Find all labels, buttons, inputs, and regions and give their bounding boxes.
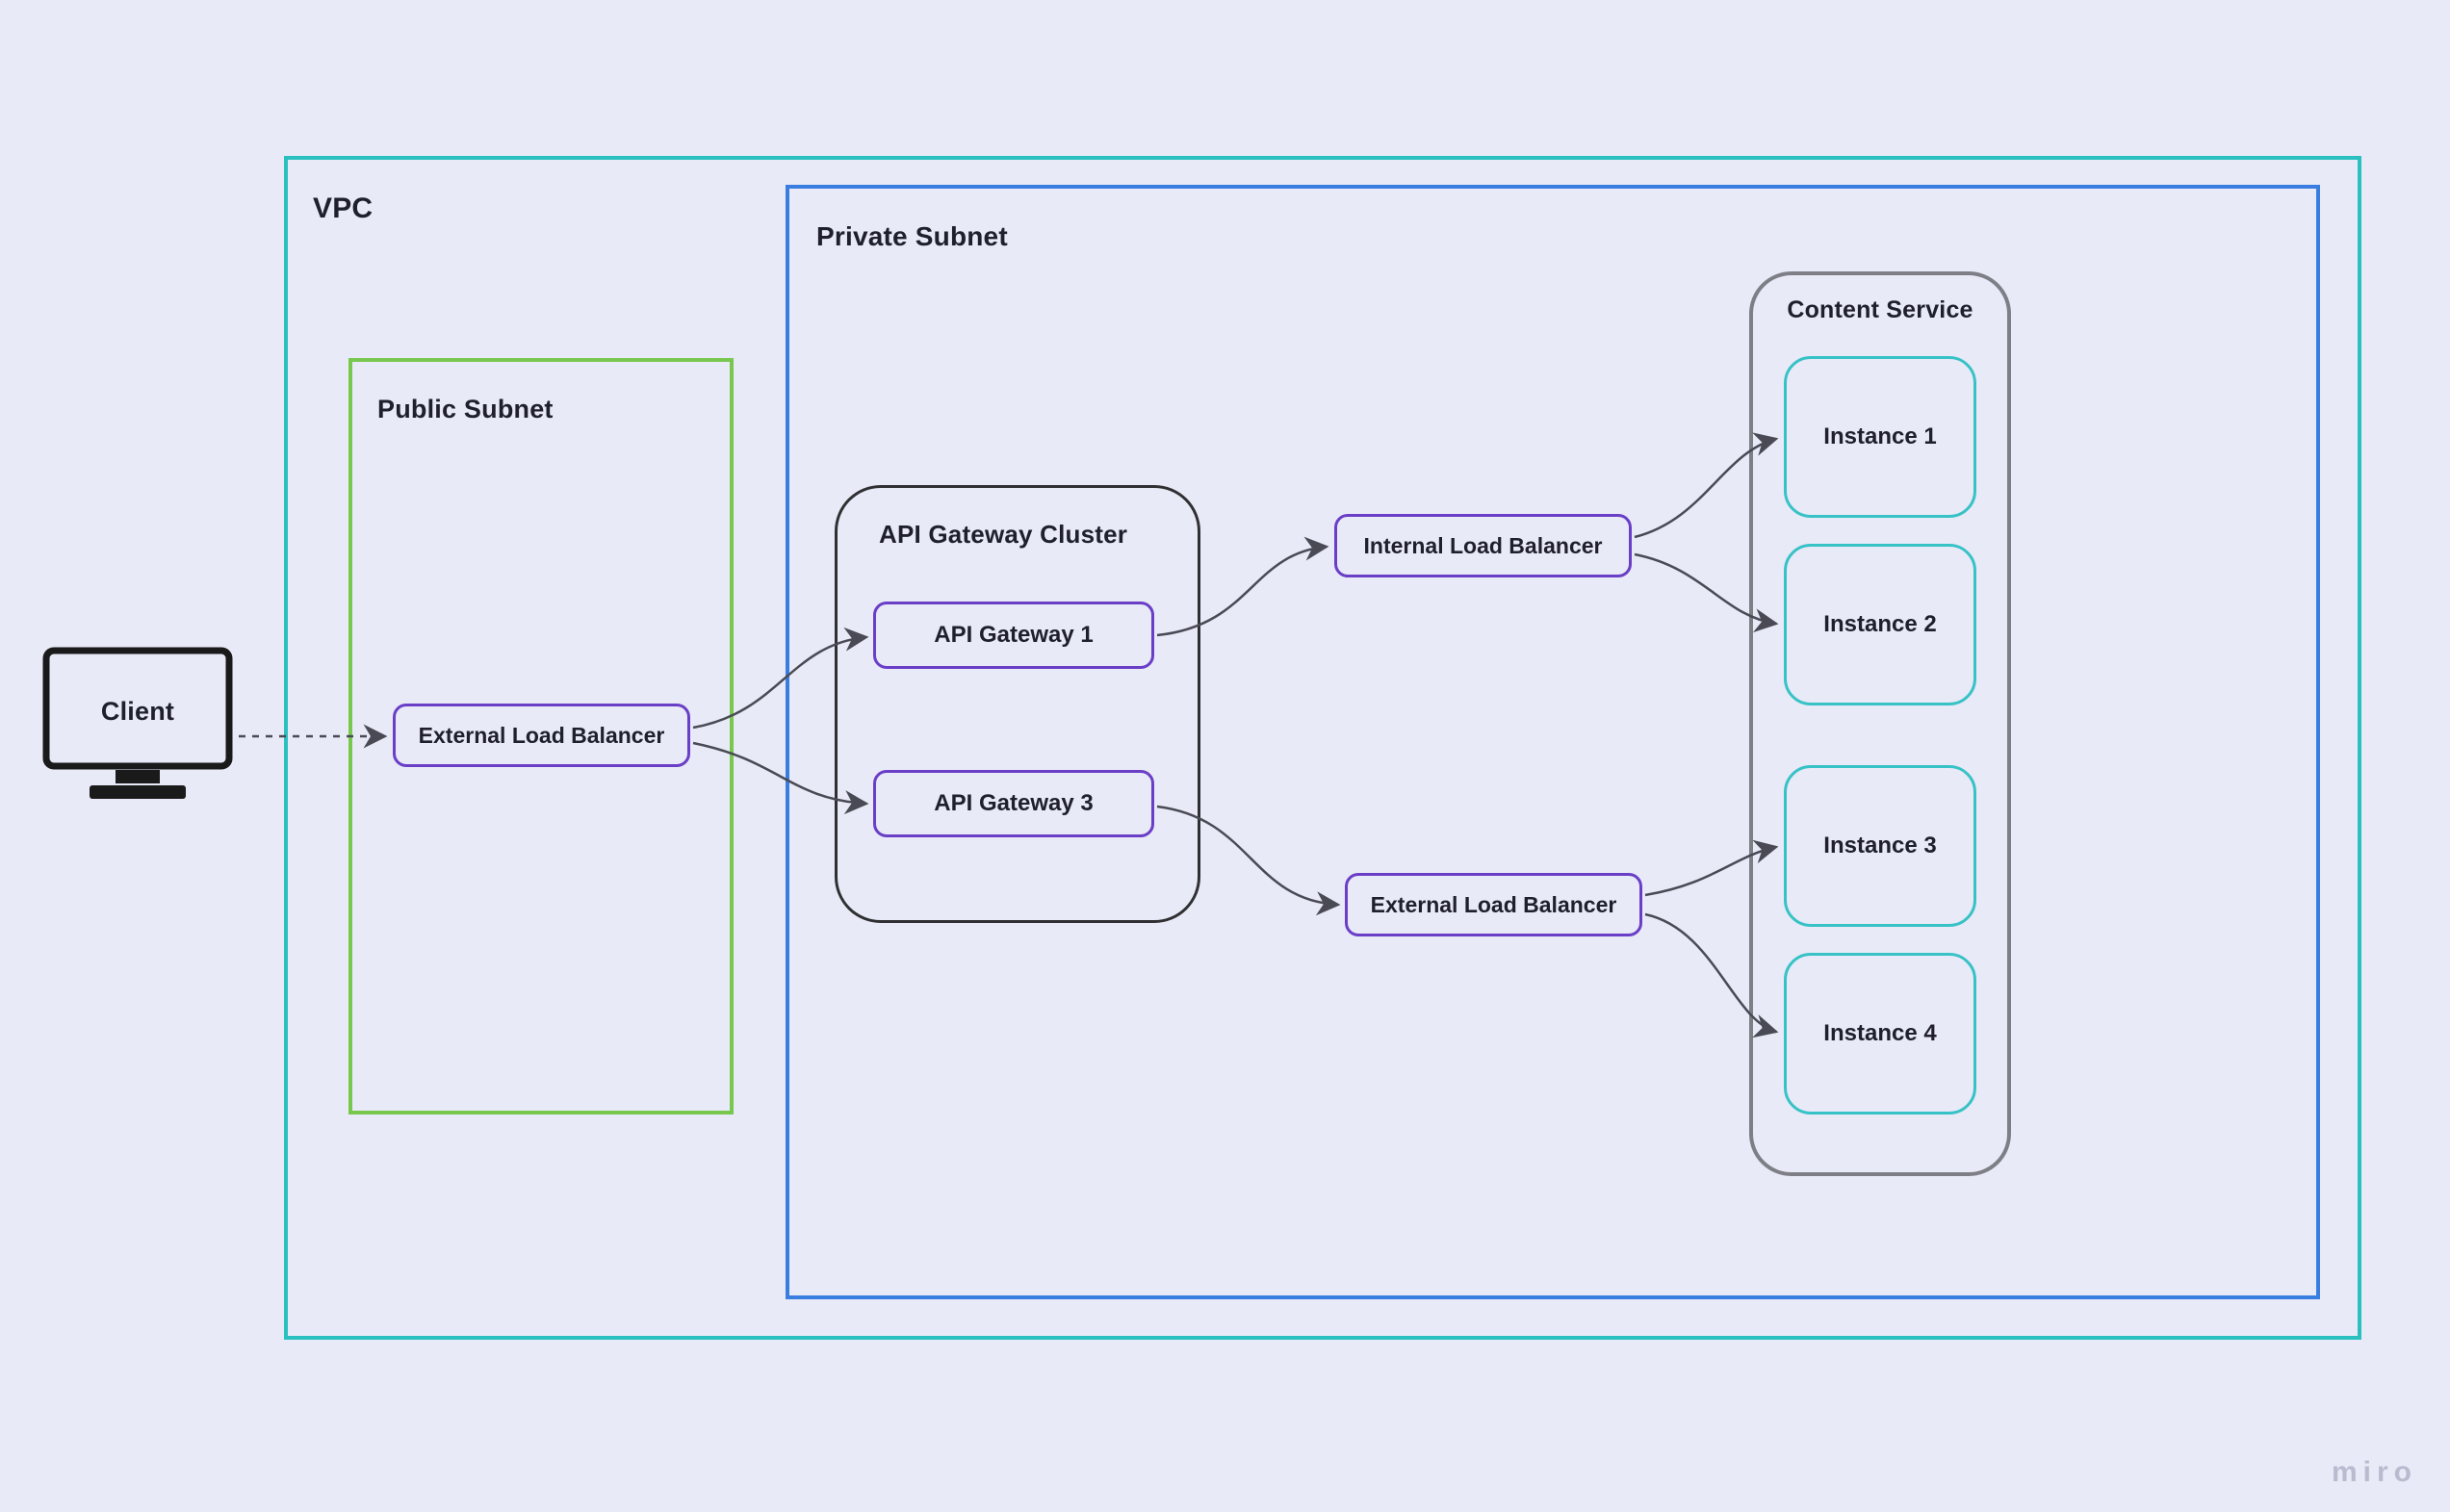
client-block: Client	[37, 643, 239, 845]
miro-watermark: miro	[2332, 1456, 2417, 1489]
api-gateway-cluster-label: API Gateway Cluster	[879, 520, 1127, 550]
instance-4: Instance 4	[1784, 953, 1976, 1115]
private-subnet-label: Private Subnet	[816, 221, 1008, 252]
diagram-canvas: Client VPC Public Subnet External Load B…	[0, 0, 2450, 1512]
internal-load-balancer: Internal Load Balancer	[1334, 514, 1632, 577]
instance-3: Instance 3	[1784, 765, 1976, 927]
api-gateway-cluster-container	[835, 485, 1200, 923]
client-label: Client	[37, 697, 239, 727]
vpc-label: VPC	[313, 192, 373, 225]
external-load-balancer-public: External Load Balancer	[393, 704, 690, 767]
instance-2: Instance 2	[1784, 544, 1976, 705]
external-load-balancer-private: External Load Balancer	[1345, 873, 1642, 936]
instance-1: Instance 1	[1784, 356, 1976, 518]
public-subnet-label: Public Subnet	[377, 395, 554, 424]
api-gateway-3: API Gateway 3	[873, 770, 1154, 837]
api-gateway-1: API Gateway 1	[873, 602, 1154, 669]
content-service-label: Content Service	[1749, 296, 2011, 324]
